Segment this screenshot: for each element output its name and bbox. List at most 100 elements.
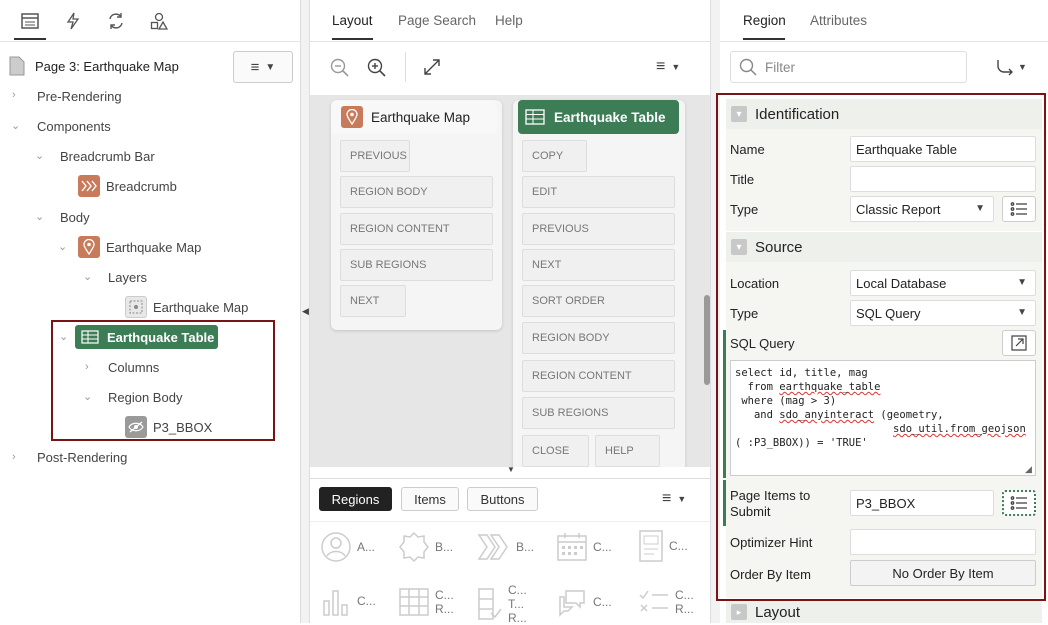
slot-next[interactable]: NEXT (522, 249, 675, 281)
tree-earthquake-map[interactable]: Earthquake Map (78, 235, 201, 259)
tree-breadcrumb[interactable]: Breadcrumb (78, 174, 177, 198)
slot-next[interactable]: NEXT (340, 285, 406, 317)
slot-region-content[interactable]: REGION CONTENT (522, 360, 675, 392)
filter-placeholder: Filter (765, 59, 795, 75)
go-to-icon (997, 60, 1013, 76)
slot-region-body[interactable]: REGION BODY (522, 322, 675, 354)
gallery-item-label: B... (435, 540, 454, 554)
chevron-down-icon: ▼ (677, 494, 687, 504)
map-card-title: Earthquake Map (371, 109, 471, 125)
slot-region-body[interactable]: REGION BODY (340, 176, 493, 208)
grid-icon (399, 588, 429, 616)
slot-edit[interactable]: EDIT (522, 176, 675, 208)
gallery-tab-regions[interactable]: Regions (319, 487, 392, 511)
tree-layers[interactable]: Layers (108, 265, 147, 289)
rendering-tree-panel: Page 3: Earthquake Map ≡ ▼ › Pre-Renderi… (0, 0, 301, 623)
breadcrumb-icon (78, 175, 100, 197)
slot-previous[interactable]: PREVIOUS (522, 213, 675, 245)
gallery-item-classic-report[interactable]: C... R... (398, 587, 454, 617)
gallery-item-comments[interactable]: C... (556, 587, 612, 617)
gallery-menu-button[interactable]: ≡ ▼ (662, 490, 686, 508)
layout-menu-button[interactable]: ≡ ▼ (656, 58, 680, 76)
page-menu-button[interactable]: ≡ ▼ (233, 51, 293, 83)
bar-chart-icon (323, 590, 348, 616)
table-card-header[interactable]: Earthquake Table (518, 100, 679, 134)
chevron-down-icon[interactable]: ⌄ (35, 149, 44, 162)
layout-canvas[interactable]: Earthquake Map PREVIOUS REGION BODY REGI… (310, 95, 710, 467)
chevron-right-icon: ▸ (731, 604, 747, 620)
collapse-left-icon[interactable]: ◀ (302, 306, 309, 317)
slot-close[interactable]: CLOSE (522, 435, 589, 467)
tree-body[interactable]: Body (60, 205, 90, 229)
tree-layer-earthquake-map[interactable]: Earthquake Map (125, 295, 248, 319)
expand-icon[interactable] (424, 59, 440, 78)
tab-attributes[interactable]: Attributes (810, 13, 867, 28)
gallery-item-card[interactable]: C... (638, 529, 688, 563)
map-pin-icon (341, 106, 363, 128)
gallery-item-label: C... R... (675, 588, 694, 616)
tab-page-search[interactable]: Page Search (398, 13, 476, 28)
refresh-icon[interactable] (105, 10, 127, 32)
gallery-tab-items[interactable]: Items (401, 487, 459, 511)
left-splitter[interactable]: ◀ (301, 0, 310, 623)
chevron-down-icon[interactable]: ⌄ (58, 240, 67, 253)
gallery-item-label: C... (593, 540, 612, 554)
slot-help[interactable]: HELP (595, 435, 660, 467)
tab-layout[interactable]: Layout (332, 13, 373, 28)
map-card-header[interactable]: Earthquake Map (331, 100, 497, 134)
lightning-icon[interactable] (62, 10, 84, 32)
earthquake-table-region-card[interactable]: Earthquake Table COPY EDIT PREVIOUS NEXT… (513, 100, 685, 467)
zoom-out-icon[interactable] (330, 58, 350, 81)
chevron-down-icon: ▼ (265, 61, 276, 73)
slot-copy[interactable]: COPY (522, 140, 587, 172)
tree-components[interactable]: Components (37, 114, 111, 138)
chevron-right-icon[interactable]: › (12, 451, 16, 463)
gallery-item-avatar[interactable]: A... (320, 531, 375, 563)
slot-sub-regions[interactable]: SUB REGIONS (340, 249, 493, 281)
section-layout-header[interactable]: ▸ Layout (726, 601, 1042, 623)
tab-region[interactable]: Region (743, 13, 786, 28)
tree-label: Breadcrumb Bar (60, 148, 155, 164)
calendar-icon (557, 533, 587, 561)
chevron-down-icon[interactable]: ⌄ (83, 270, 92, 283)
chevron-down-icon[interactable]: ⌄ (35, 210, 44, 223)
gallery-item-label: C... T... R... (508, 583, 527, 625)
chevron-right-icon[interactable]: › (12, 89, 16, 101)
gallery-item-breadcrumb[interactable]: B... (477, 531, 534, 563)
gallery-item-label-line2: R... (675, 602, 694, 616)
tree-pre-rendering[interactable]: Pre-Rendering (37, 84, 122, 108)
slot-sort-order[interactable]: SORT ORDER (522, 285, 675, 317)
slot-previous[interactable]: PREVIOUS (340, 140, 410, 172)
shared-components-icon[interactable] (148, 10, 170, 32)
left-toolbar (0, 0, 301, 42)
gallery-item-checklist[interactable]: C... T... R... (477, 583, 527, 625)
zoom-in-icon[interactable] (367, 58, 387, 81)
section-title: Layout (755, 603, 801, 621)
gallery-item-chart[interactable]: C... (320, 585, 376, 617)
gallery-item-label: A... (357, 540, 376, 554)
collapse-gallery-icon[interactable]: ▼ (507, 465, 515, 474)
gallery-item-label-line2: R... (435, 602, 454, 616)
slot-region-content[interactable]: REGION CONTENT (340, 213, 493, 245)
gallery-item-label-line1: C... (508, 583, 527, 597)
tab-help[interactable]: Help (495, 13, 523, 28)
go-to-group-button[interactable]: ▼ (996, 58, 1027, 76)
chevron-down-icon[interactable]: ⌄ (11, 119, 20, 132)
gallery-tab-buttons[interactable]: Buttons (467, 487, 538, 511)
badge-icon (399, 531, 429, 563)
map-pin-icon (78, 236, 100, 258)
tree-post-rendering[interactable]: Post-Rendering (37, 445, 127, 469)
rendering-tab-icon[interactable] (19, 10, 41, 32)
gallery-item-label-line1: C... (675, 588, 694, 602)
earthquake-map-region-card[interactable]: Earthquake Map PREVIOUS REGION BODY REGI… (331, 100, 502, 330)
tree-breadcrumb-bar[interactable]: Breadcrumb Bar (60, 144, 155, 168)
gallery-item-calendar[interactable]: C... (556, 531, 612, 563)
gallery-item-badge[interactable]: B... (398, 531, 453, 563)
filter-input[interactable]: Filter (730, 51, 967, 83)
slot-sub-regions[interactable]: SUB REGIONS (522, 397, 675, 429)
check-x-list-icon (639, 590, 668, 612)
card-icon (639, 530, 663, 562)
gallery-item-content-row[interactable]: C... R... (638, 587, 694, 617)
page-title: Page 3: Earthquake Map (35, 59, 179, 74)
breadcrumb-icon (477, 534, 508, 560)
